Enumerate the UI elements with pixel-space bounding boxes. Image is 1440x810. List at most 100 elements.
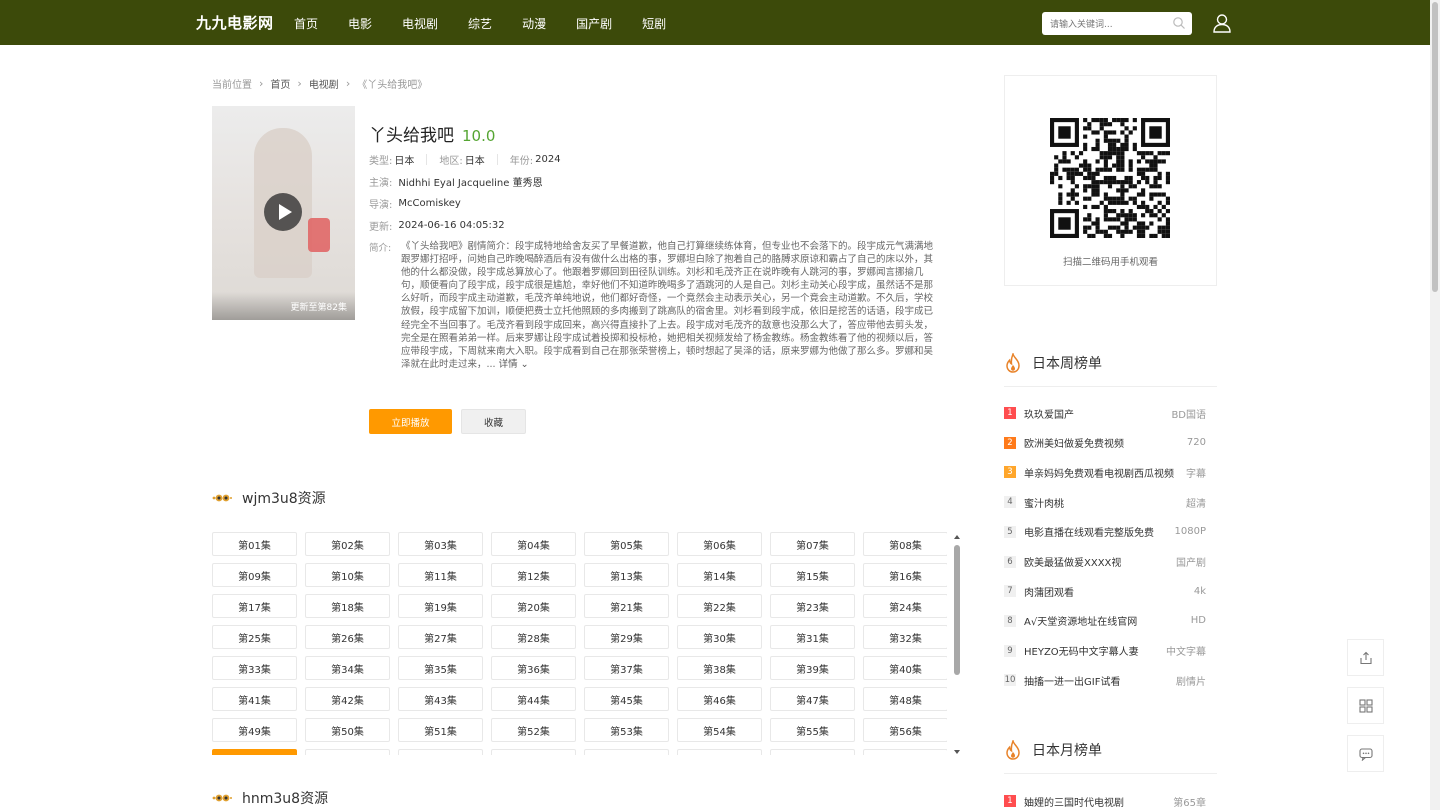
rank-title[interactable]: 电影直播在线观看完整版免费 [1024, 524, 1169, 539]
rank-item[interactable]: 9 HEYZO无码中文字幕人妻 中文字幕 [1004, 643, 1206, 659]
episode-button[interactable]: 第42集 [305, 687, 390, 711]
episode-button[interactable]: 第44集 [491, 687, 576, 711]
episode-button[interactable] [491, 749, 576, 755]
episode-button[interactable]: 第09集 [212, 563, 297, 587]
page-scrollbar[interactable] [1430, 0, 1440, 810]
rank-item[interactable]: 7 肉蒲团观看 4k [1004, 583, 1206, 599]
year-value[interactable]: 2024 [535, 154, 560, 165]
nav-movie[interactable]: 电影 [348, 15, 372, 32]
episode-button[interactable] [398, 749, 483, 755]
rank-title[interactable]: 欧洲美妇做爰免费视频 [1024, 435, 1181, 450]
feedback-button[interactable] [1347, 735, 1384, 772]
episode-button[interactable]: 第54集 [677, 718, 762, 742]
episode-button[interactable]: 第24集 [863, 594, 947, 618]
episode-button[interactable]: 第28集 [491, 625, 576, 649]
source-title[interactable]: wjm3u8资源 [242, 488, 326, 508]
breadcrumb-home[interactable]: 首页 [270, 76, 290, 91]
episode-button[interactable]: 第06集 [677, 532, 762, 556]
episode-button[interactable]: 第17集 [212, 594, 297, 618]
source-title[interactable]: hnm3u8资源 [242, 788, 328, 808]
episode-button[interactable]: 第12集 [491, 563, 576, 587]
episode-button[interactable]: 第16集 [863, 563, 947, 587]
rank-title[interactable]: 玖玖爱国产 [1024, 406, 1165, 421]
poster[interactable]: 更新至第82集 [212, 106, 355, 320]
episode-button[interactable]: 第10集 [305, 563, 390, 587]
episode-button[interactable]: 第26集 [305, 625, 390, 649]
episode-button[interactable]: 第32集 [863, 625, 947, 649]
episode-button[interactable]: 第46集 [677, 687, 762, 711]
episode-button[interactable]: 第19集 [398, 594, 483, 618]
episode-button[interactable]: 第20集 [491, 594, 576, 618]
episode-button[interactable]: 第27集 [398, 625, 483, 649]
episode-button[interactable] [584, 749, 669, 755]
episode-button[interactable]: 第05集 [584, 532, 669, 556]
play-icon[interactable] [264, 193, 302, 231]
episode-button[interactable]: 第40集 [863, 656, 947, 680]
episode-button[interactable]: 第30集 [677, 625, 762, 649]
episode-button[interactable]: 第08集 [863, 532, 947, 556]
rank-title[interactable]: 肉蒲团观看 [1024, 584, 1188, 599]
search-input[interactable] [1042, 13, 1162, 37]
episode-button[interactable]: 第15集 [770, 563, 855, 587]
episode-button[interactable]: 第56集 [863, 718, 947, 742]
episode-button[interactable]: 第47集 [770, 687, 855, 711]
episode-button[interactable]: 第43集 [398, 687, 483, 711]
episode-button[interactable]: 第01集 [212, 532, 297, 556]
episode-button[interactable]: 第37集 [584, 656, 669, 680]
rank-item[interactable]: 5 电影直播在线观看完整版免费 1080P [1004, 524, 1206, 540]
rank-item[interactable]: 10 抽搐一进一出GIF试看 剧情片 [1004, 672, 1206, 688]
rank-title[interactable]: 单亲妈妈免费观看电视剧西瓜视频 [1024, 465, 1180, 480]
rank-item[interactable]: 2 欧洲美妇做爰免费视频 720 [1004, 435, 1206, 451]
scroll-down-icon[interactable] [954, 750, 960, 754]
type-value[interactable]: 日本 [394, 152, 414, 167]
site-logo[interactable]: 九九电影网 [196, 12, 274, 33]
share-button[interactable] [1347, 639, 1384, 676]
rank-item[interactable]: 1 妯娌的三国时代电视剧 第65章 [1004, 793, 1206, 809]
nav-short[interactable]: 短剧 [642, 15, 666, 32]
nav-domestic[interactable]: 国产剧 [576, 15, 612, 32]
episode-button[interactable]: 第38集 [677, 656, 762, 680]
desc-more-link[interactable]: 详情 ⌄ [499, 359, 529, 370]
episode-button[interactable]: 第03集 [398, 532, 483, 556]
episode-button[interactable] [305, 749, 390, 755]
episode-button[interactable]: 第48集 [863, 687, 947, 711]
episode-button[interactable]: 第39集 [770, 656, 855, 680]
episode-button[interactable]: 第04集 [491, 532, 576, 556]
episode-button[interactable]: 第36集 [491, 656, 576, 680]
rank-item[interactable]: 4 蜜汁肉桃 超清 [1004, 494, 1206, 510]
episode-button[interactable]: 第14集 [677, 563, 762, 587]
user-icon[interactable] [1212, 13, 1232, 33]
qrcode-button[interactable] [1347, 687, 1384, 724]
breadcrumb-tv[interactable]: 电视剧 [309, 76, 339, 91]
episode-button[interactable] [863, 749, 947, 755]
episode-button[interactable]: 第07集 [770, 532, 855, 556]
rank-title[interactable]: 抽搐一进一出GIF试看 [1024, 673, 1170, 688]
episode-button[interactable]: 第02集 [305, 532, 390, 556]
episode-button[interactable] [677, 749, 762, 755]
play-button[interactable]: 立即播放 [369, 409, 452, 434]
episode-button[interactable]: 第55集 [770, 718, 855, 742]
rank-title[interactable]: HEYZO无码中文字幕人妻 [1024, 643, 1160, 658]
episode-button[interactable]: 第18集 [305, 594, 390, 618]
episode-scrollbar[interactable] [953, 535, 961, 754]
episode-button[interactable]: 第53集 [584, 718, 669, 742]
episode-button[interactable]: 第52集 [491, 718, 576, 742]
episode-button[interactable]: 第11集 [398, 563, 483, 587]
search-icon[interactable] [1172, 16, 1186, 30]
nav-anime[interactable]: 动漫 [522, 15, 546, 32]
nav-variety[interactable]: 综艺 [468, 15, 492, 32]
region-value[interactable]: 日本 [465, 152, 485, 167]
episode-button[interactable]: 第49集 [212, 718, 297, 742]
favorite-button[interactable]: 收藏 [461, 409, 526, 434]
episode-button[interactable]: 第41集 [212, 687, 297, 711]
nav-tv[interactable]: 电视剧 [402, 15, 438, 32]
episode-button[interactable]: 第25集 [212, 625, 297, 649]
episode-button[interactable] [212, 749, 297, 755]
nav-home[interactable]: 首页 [294, 15, 318, 32]
rank-item[interactable]: 8 A√天堂资源地址在线官网 HD [1004, 613, 1206, 629]
episode-button[interactable]: 第31集 [770, 625, 855, 649]
cast-value[interactable]: Nidhhi Eyal Jacqueline 董秀恩 [398, 174, 542, 189]
episode-button[interactable]: 第21集 [584, 594, 669, 618]
director-value[interactable]: McComiskey [398, 198, 460, 209]
page-scrollbar-thumb[interactable] [1432, 2, 1438, 292]
